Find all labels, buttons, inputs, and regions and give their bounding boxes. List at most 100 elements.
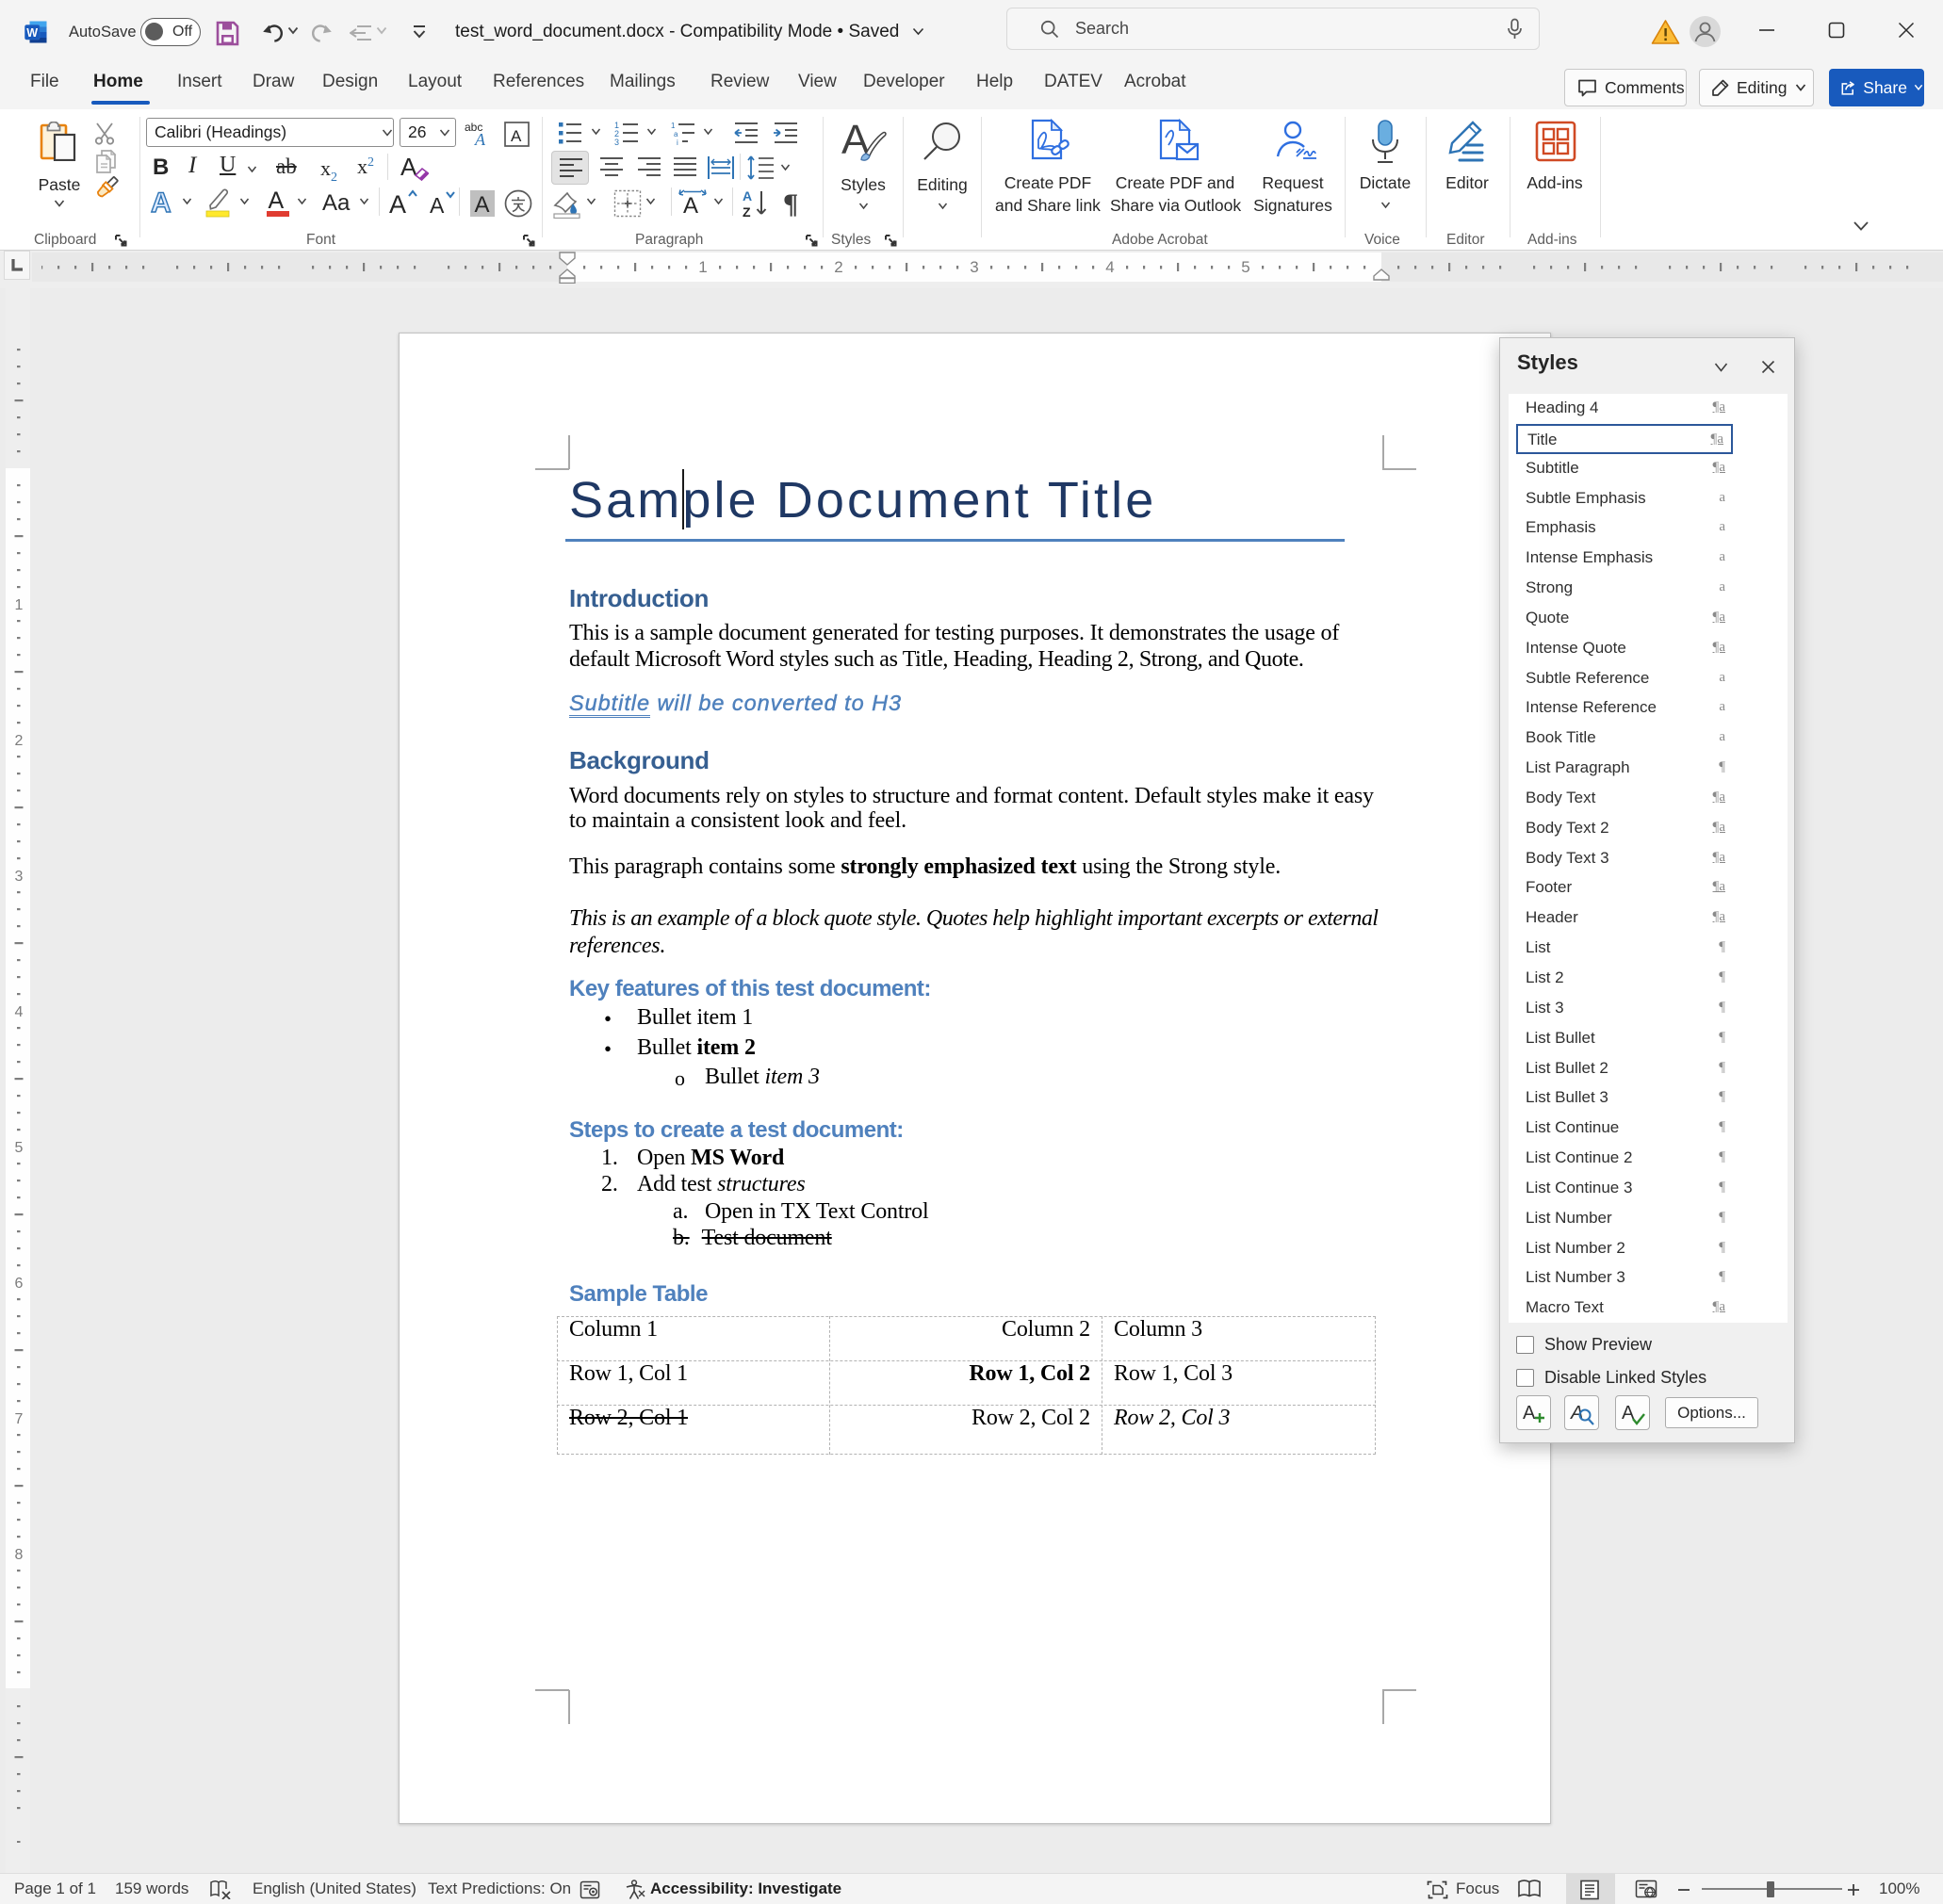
table-cell[interactable]: Column 2 [1002,1317,1090,1343]
style-item-title[interactable]: Title ¶a [1516,424,1733,454]
align-right-icon[interactable] [637,156,661,179]
request-signatures-button[interactable]: Request Signatures [1246,115,1340,220]
accessibility-icon[interactable] [624,1880,646,1900]
paste-button[interactable]: Paste [28,117,90,220]
editing-group-button[interactable]: Editing [906,115,978,220]
copy-icon[interactable] [94,149,119,173]
account-avatar[interactable] [1690,16,1721,47]
word-app-icon[interactable]: W [24,21,47,43]
quote-line[interactable]: This is an example of a block quote styl… [569,906,1378,932]
style-item-subtitle[interactable]: Subtitle ¶a [1516,454,1733,484]
strikethrough-button[interactable]: ab [276,155,297,179]
paragraph-line[interactable]: This is a sample document generated for … [569,621,1339,646]
step-item[interactable]: Add test structures [637,1172,806,1197]
style-item-intense-emphasis[interactable]: Intense Emphasis a [1516,544,1733,574]
numbered-list-dropdown-icon[interactable] [646,128,657,136]
style-item-list-3[interactable]: List 3 ¶ [1516,994,1733,1024]
styles-dialog-launcher-icon[interactable] [885,235,897,247]
style-item-list-number-3[interactable]: List Number 3 ¶ [1516,1263,1733,1294]
shading-icon[interactable] [552,188,582,219]
editing-mode-button[interactable]: Editing [1699,69,1814,106]
tab-datev[interactable]: DATEV [1044,72,1102,92]
bullet-list-icon[interactable] [558,121,582,145]
heading-steps[interactable]: Steps to create a test document: [569,1117,904,1144]
horizontal-ruler[interactable]: 1 2 3 4 5 [0,251,1943,288]
step-item[interactable]: Open in TX Text Control [705,1199,929,1225]
style-item-list-bullet-2[interactable]: List Bullet 2 ¶ [1516,1054,1733,1084]
title-dropdown-icon[interactable] [912,27,924,36]
text-effects-icon[interactable]: A [147,187,179,219]
word-count[interactable]: 159 words [115,1880,188,1898]
accessibility-status[interactable]: Accessibility: Investigate [650,1880,841,1898]
tab-developer[interactable]: Developer [863,72,945,92]
paragraph-line[interactable]: This paragraph contains some strongly em… [569,854,1281,880]
style-inspector-button[interactable]: A [1564,1395,1599,1430]
format-painter-icon[interactable] [94,175,119,200]
cut-icon[interactable] [94,122,119,145]
comments-button[interactable]: Comments [1564,69,1687,106]
style-item-list-continue-3[interactable]: List Continue 3 ¶ [1516,1174,1733,1204]
asian-layout-dropdown-icon[interactable] [713,198,724,205]
create-pdf-share-link-button[interactable]: Create PDF and Share link [991,115,1104,220]
change-case-button[interactable]: Aa [322,190,350,217]
paragraph-line[interactable]: to maintain a consistent look and feel. [569,808,906,834]
align-left-button[interactable] [551,151,589,185]
tab-layout[interactable]: Layout [408,72,462,92]
show-formatting-button[interactable]: ¶ [783,188,798,220]
bullet-item[interactable]: Bullet item 2 [637,1035,756,1061]
heading-background[interactable]: Background [569,746,710,775]
style-item-body-text[interactable]: Body Text ¶a [1516,784,1733,814]
undo-icon[interactable] [261,21,284,43]
style-item-list-paragraph[interactable]: List Paragraph ¶ [1516,754,1733,784]
subscript-button[interactable]: x2 [320,156,337,186]
style-item-body-text-2[interactable]: Body Text 2 ¶a [1516,814,1733,844]
autosave-toggle[interactable]: Off [140,18,201,46]
read-mode-icon[interactable] [1517,1880,1542,1899]
align-center-icon[interactable] [599,156,624,179]
undo-dropdown-icon[interactable] [287,26,299,35]
create-pdf-share-outlook-button[interactable]: Create PDF and Share via Outlook [1110,115,1240,220]
style-item-subtle-reference[interactable]: Subtle Reference a [1516,664,1733,694]
style-item-list-2[interactable]: List 2 ¶ [1516,964,1733,994]
tab-design[interactable]: Design [322,72,378,92]
style-item-list-continue[interactable]: List Continue ¶ [1516,1114,1733,1144]
borders-dropdown-icon[interactable] [645,198,656,205]
zoom-slider-thumb[interactable] [1767,1881,1774,1897]
style-item-heading-4[interactable]: Heading 4 ¶a [1516,394,1733,424]
shading-dropdown-icon[interactable] [586,198,596,205]
table-cell[interactable]: Row 1, Col 3 [1114,1361,1233,1387]
focus-label[interactable]: Focus [1456,1880,1499,1898]
tab-file[interactable]: File [30,72,59,92]
font-dialog-launcher-icon[interactable] [523,235,535,247]
style-item-book-title[interactable]: Book Title a [1516,724,1733,754]
manage-styles-button[interactable]: A [1615,1395,1650,1430]
asian-layout-icon[interactable]: A [677,188,709,219]
change-case-dropdown-icon[interactable] [359,198,369,205]
style-item-intense-quote[interactable]: Intense Quote ¶a [1516,634,1733,664]
bold-button[interactable]: B [153,155,177,183]
style-item-emphasis[interactable]: Emphasis a [1516,513,1733,544]
collapse-ribbon-icon[interactable] [1853,220,1870,232]
clipboard-dialog-launcher-icon[interactable] [115,235,127,247]
table-cell[interactable]: Column 3 [1114,1317,1202,1343]
font-size-combo[interactable]: 26 [400,118,456,147]
tab-mailings[interactable]: Mailings [610,72,676,92]
justify-icon[interactable] [673,156,697,179]
indent-markers[interactable] [557,252,578,284]
highlight-dropdown-icon[interactable] [239,198,250,205]
underline-button[interactable]: U [220,153,242,181]
quote-line[interactable]: references. [569,934,665,959]
superscript-button[interactable]: x2 [357,155,374,179]
style-item-list-bullet[interactable]: List Bullet ¶ [1516,1024,1733,1054]
zoom-out-icon[interactable] [1677,1885,1690,1895]
save-icon[interactable] [216,21,239,46]
tab-help[interactable]: Help [976,72,1013,92]
dictate-button[interactable]: Dictate [1351,115,1419,220]
character-shading-icon[interactable]: A [468,188,497,219]
tab-home[interactable]: Home [93,72,143,92]
multilevel-dropdown-icon[interactable] [703,128,713,136]
right-indent-marker[interactable] [1371,268,1392,282]
numbered-list-icon[interactable]: 1 2 3 [614,121,639,145]
font-color-dropdown-icon[interactable] [297,198,307,205]
table-cell[interactable]: Row 2, Col 3 [1114,1406,1230,1431]
